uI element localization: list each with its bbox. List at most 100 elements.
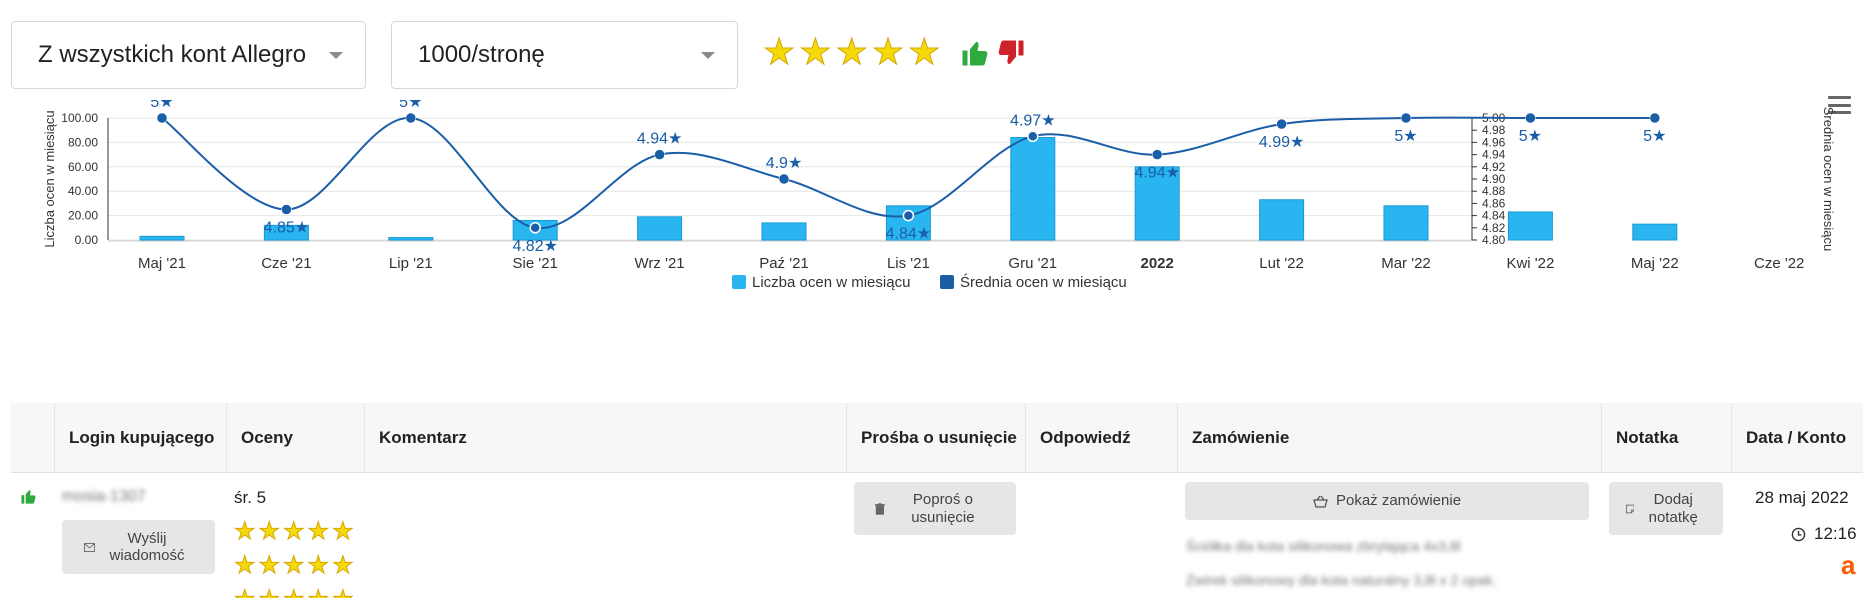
ratings-chart: 0.0020.0040.0060.0080.00100.004.804.824.… bbox=[42, 100, 1836, 291]
legend-label: Średnia ocen w miesiącu bbox=[960, 273, 1127, 291]
th-order: Zamówienie bbox=[1177, 403, 1601, 473]
th-comment: Komentarz bbox=[364, 403, 846, 473]
line-point bbox=[1276, 118, 1287, 130]
accounts-select[interactable]: Z wszystkich kont Allegro bbox=[11, 21, 366, 89]
thumbs-down-icon[interactable] bbox=[996, 38, 1026, 73]
request-removal-label: Poproś o usunięcie bbox=[911, 491, 975, 526]
th-removal-request: Prośba o usunięcie bbox=[846, 403, 1025, 473]
legend-swatch bbox=[732, 275, 746, 289]
star-icon: ★ bbox=[332, 518, 354, 545]
star-icon: ★ bbox=[258, 587, 280, 598]
thumbs-up-icon[interactable] bbox=[960, 38, 990, 73]
right-tick-label: 4.92 bbox=[1482, 160, 1506, 174]
star-icon: ★ bbox=[283, 518, 305, 545]
star-icon: ★ bbox=[332, 587, 354, 598]
accounts-select-value: Z wszystkich kont Allegro bbox=[38, 41, 307, 68]
star-icon: ★ bbox=[258, 518, 281, 545]
send-message-label: Wyślij wiadomość bbox=[109, 529, 185, 564]
left-tick-label: 80.00 bbox=[68, 135, 98, 149]
note-icon bbox=[1626, 504, 1635, 513]
bar bbox=[1632, 223, 1678, 241]
right-tick-label: 4.90 bbox=[1482, 172, 1506, 186]
left-tick-label: 60.00 bbox=[68, 160, 98, 174]
review-time-value: 12:16 bbox=[1814, 524, 1857, 543]
clock-icon bbox=[1791, 527, 1806, 541]
x-tick-label: Mar '22 bbox=[1381, 255, 1431, 272]
star-rating-filter[interactable]: ★ ★ ★ ★ ★ bbox=[762, 33, 941, 70]
thumbs-up-icon bbox=[20, 488, 37, 510]
point-label: 4.85★ bbox=[264, 220, 309, 237]
line-point bbox=[1027, 130, 1039, 143]
right-tick-label: 4.94 bbox=[1482, 148, 1506, 162]
star-icon[interactable]: ★ bbox=[835, 33, 868, 70]
point-label: 5★ bbox=[1394, 128, 1417, 145]
line-point bbox=[156, 112, 168, 124]
right-tick-label: 4.86 bbox=[1482, 196, 1506, 210]
th-response: Odpowiedź bbox=[1025, 403, 1177, 473]
star-icon[interactable]: ★ bbox=[871, 33, 904, 70]
star-icon: ★ bbox=[258, 552, 281, 579]
right-tick-label: 4.96 bbox=[1482, 135, 1506, 149]
line-point bbox=[778, 173, 790, 185]
review-time: 12:16 bbox=[1791, 524, 1857, 544]
star-icon: ★ bbox=[307, 518, 330, 545]
buyer-login[interactable]: mosia-1307 bbox=[62, 488, 146, 506]
table-row: mosia-1307 Wyślij wiadomość śr. 5 ★ ★ ★ ★ ★ … bbox=[11, 474, 1863, 598]
right-tick-label: 4.80 bbox=[1482, 233, 1506, 247]
x-tick-label: Cze '22 bbox=[1754, 255, 1804, 272]
line-point bbox=[654, 149, 665, 160]
right-tick-label: 4.84 bbox=[1482, 209, 1506, 223]
star-icon: ★ bbox=[332, 552, 354, 579]
star-icon: ★ bbox=[307, 587, 329, 598]
left-tick-label: 100.00 bbox=[61, 111, 98, 125]
show-order-button[interactable]: Pokaż zamówienie bbox=[1185, 482, 1589, 520]
th-login: Login kupującego bbox=[54, 403, 226, 473]
send-message-button[interactable]: Wyślij wiadomość bbox=[62, 520, 215, 574]
request-removal-button[interactable]: Poproś o usunięcie bbox=[854, 482, 1016, 535]
x-tick-label: Maj '21 bbox=[138, 255, 186, 272]
bar bbox=[1010, 137, 1056, 241]
bar bbox=[761, 222, 807, 241]
bar bbox=[637, 216, 683, 241]
bar bbox=[1507, 211, 1553, 241]
point-label: 4.97★ bbox=[1010, 112, 1055, 129]
per-page-select[interactable]: 1000/stronę bbox=[391, 21, 738, 89]
envelope-icon bbox=[83, 542, 95, 552]
point-label: 4.94★ bbox=[1134, 165, 1179, 182]
add-note-button[interactable]: Dodaj notatkę bbox=[1609, 482, 1723, 535]
x-tick-label: Lut '22 bbox=[1259, 255, 1304, 272]
star-icon[interactable]: ★ bbox=[908, 33, 941, 70]
star-icon[interactable]: ★ bbox=[762, 33, 795, 70]
thumb-filter bbox=[960, 38, 1026, 73]
right-tick-label: 4.82 bbox=[1482, 221, 1506, 235]
x-tick-label: Wrz '21 bbox=[635, 255, 685, 272]
bar bbox=[139, 235, 185, 241]
point-label: 4.99★ bbox=[1259, 134, 1304, 151]
bar bbox=[1259, 199, 1305, 241]
line-point bbox=[1151, 149, 1163, 160]
left-tick-label: 20.00 bbox=[68, 209, 98, 223]
x-tick-label: Lis '21 bbox=[887, 255, 930, 272]
th-note: Notatka bbox=[1601, 403, 1731, 473]
add-note-label: Dodaj notatkę bbox=[1648, 491, 1698, 526]
point-label: 4.9★ bbox=[766, 155, 803, 172]
star-icon: ★ bbox=[234, 587, 256, 598]
line-point bbox=[1649, 112, 1661, 124]
rating-stars-row: ★★★★★ bbox=[234, 587, 355, 598]
rating-stars-row: ★★★★★ bbox=[234, 552, 355, 579]
order-item: Żwirek silikonowy dla kota naturalny 3,8… bbox=[1186, 572, 1497, 588]
bar bbox=[388, 237, 434, 241]
x-tick-label: Sie '21 bbox=[512, 255, 557, 272]
line-point bbox=[281, 204, 292, 215]
left-tick-label: 40.00 bbox=[68, 184, 98, 198]
chevron-down-icon bbox=[701, 52, 715, 59]
point-label: 5★ bbox=[1643, 128, 1666, 145]
per-page-select-value: 1000/stronę bbox=[418, 41, 545, 68]
x-tick-label: Paź '21 bbox=[759, 255, 809, 272]
reviews-table-header: Login kupującego Oceny Komentarz Prośba … bbox=[11, 403, 1863, 473]
allegro-logo-icon: a bbox=[1841, 550, 1856, 580]
star-icon[interactable]: ★ bbox=[799, 33, 832, 70]
legend-swatch bbox=[940, 275, 954, 289]
right-axis-title: Średnia ocen w miesiącu bbox=[1821, 107, 1836, 252]
th-ratings: Oceny bbox=[226, 403, 364, 473]
